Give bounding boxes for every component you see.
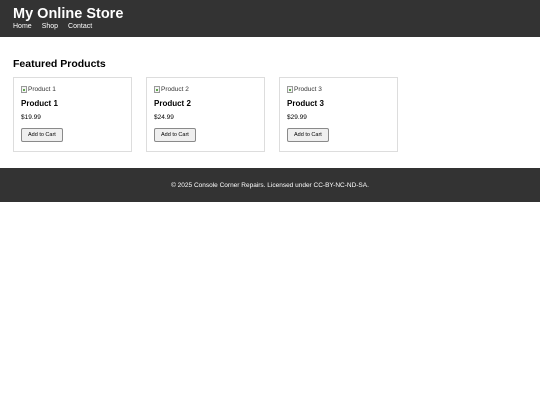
product-name: Product 2 (154, 99, 191, 108)
product-image-alt: Product 1 (28, 85, 56, 93)
add-to-cart-button[interactable]: Add to Cart (287, 128, 329, 142)
product-image-alt: Product 2 (161, 85, 189, 93)
section-title: Featured Products (13, 58, 106, 70)
nav-link-shop[interactable]: Shop (42, 22, 58, 31)
product-image: Product 2 (154, 84, 257, 94)
product-image-alt: Product 3 (294, 85, 322, 93)
broken-image-icon (21, 85, 27, 93)
product-card: Product 2 Product 2 $24.99 Add to Cart (146, 77, 265, 152)
add-to-cart-button[interactable]: Add to Cart (154, 128, 196, 142)
product-image: Product 3 (287, 84, 390, 94)
product-card: Product 3 Product 3 $29.99 Add to Cart (279, 77, 398, 152)
main-content: Featured Products Product 1 Product 1 $1… (0, 37, 540, 168)
main-nav: Home Shop Contact (13, 22, 527, 31)
broken-image-icon (287, 85, 293, 93)
footer-copyright: © 2025 Console Corner Repairs. Licensed … (171, 181, 369, 189)
broken-image-icon (154, 85, 160, 93)
product-image: Product 1 (21, 84, 124, 94)
nav-link-home[interactable]: Home (13, 22, 32, 31)
site-header: My Online Store Home Shop Contact (0, 0, 540, 37)
product-name: Product 1 (21, 99, 58, 108)
product-name: Product 3 (287, 99, 324, 108)
product-card: Product 1 Product 1 $19.99 Add to Cart (13, 77, 132, 152)
site-footer: © 2025 Console Corner Repairs. Licensed … (0, 168, 540, 202)
nav-link-contact[interactable]: Contact (68, 22, 92, 31)
product-price: $29.99 (287, 114, 307, 121)
product-price: $19.99 (21, 114, 41, 121)
add-to-cart-button[interactable]: Add to Cart (21, 128, 63, 142)
product-grid: Product 1 Product 1 $19.99 Add to Cart P… (13, 77, 527, 152)
site-title: My Online Store (13, 6, 124, 22)
product-price: $24.99 (154, 114, 174, 121)
